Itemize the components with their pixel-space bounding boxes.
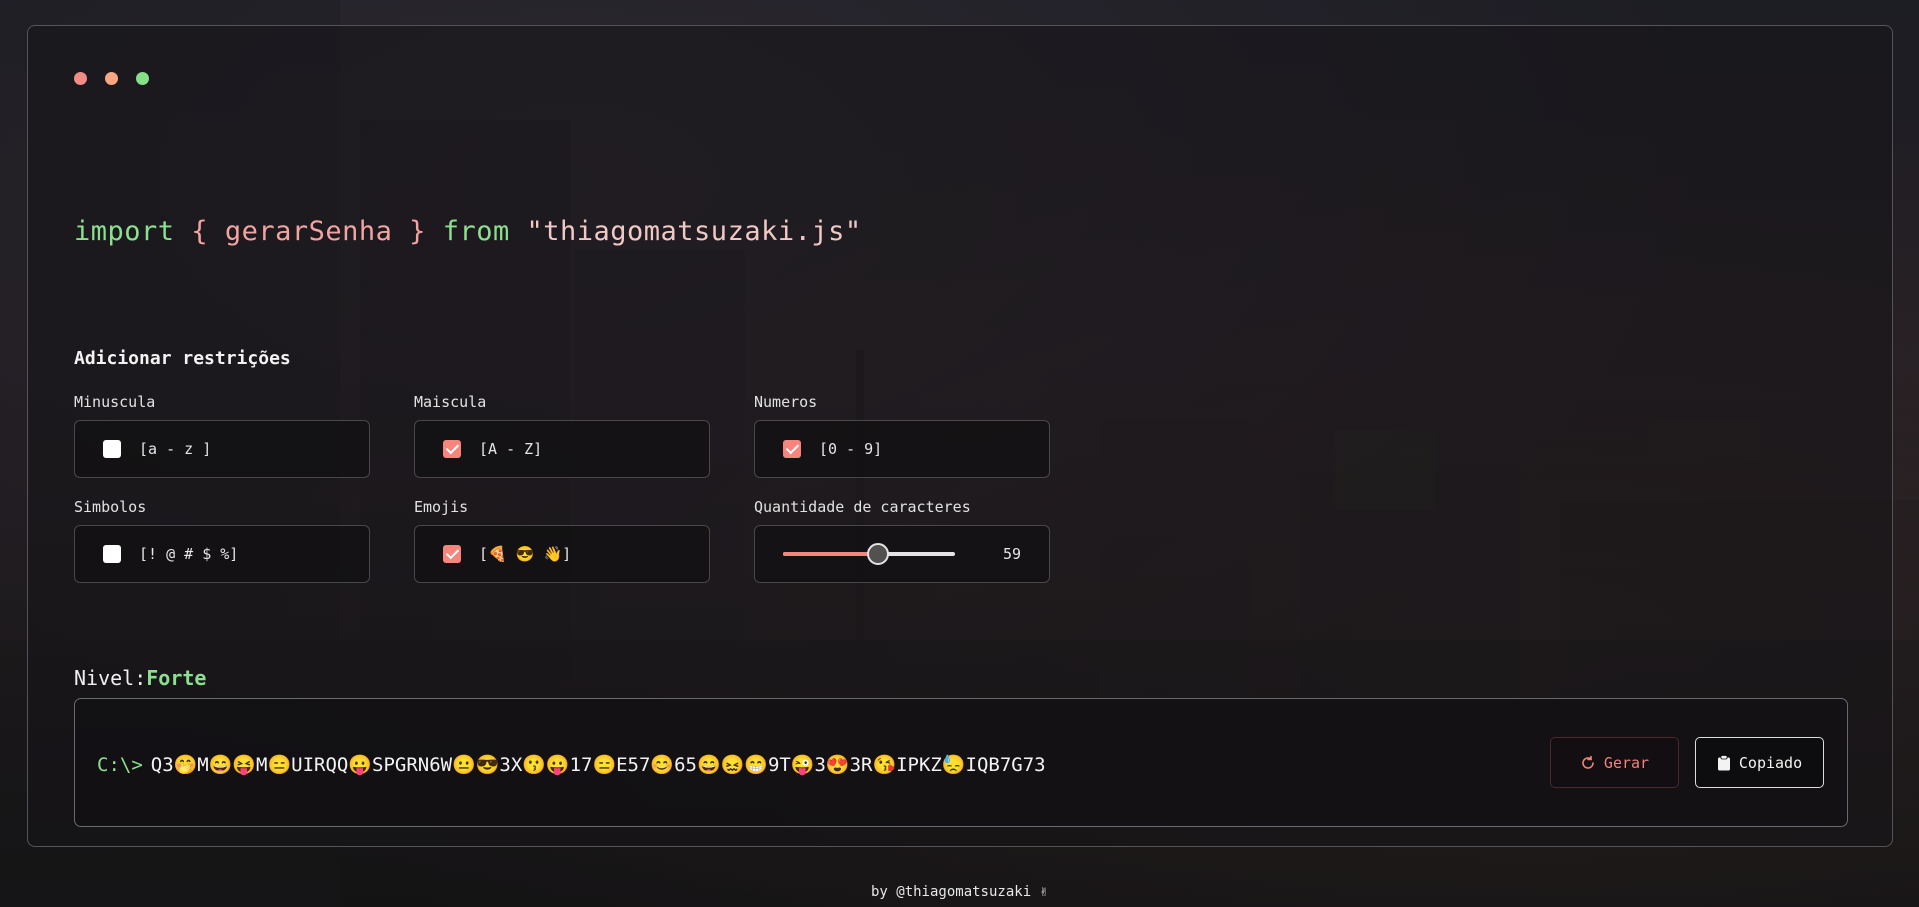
- lowercase-field: Minuscula [a - z ]: [74, 393, 370, 478]
- generated-password[interactable]: Q3🤭M😄😝M😑UIRQQ😛SPGRN6W😐😎3X😗😛17😑E57😊65😄😖😁9…: [151, 754, 1046, 776]
- symbols-checkbox[interactable]: [103, 545, 121, 563]
- password-line: C:\> Q3🤭M😄😝M😑UIRQQ😛SPGRN6W😐😎3X😗😛17😑E57😊65…: [97, 753, 1046, 776]
- length-slider-thumb[interactable]: [866, 543, 889, 565]
- generate-label: Gerar: [1603, 753, 1650, 772]
- refresh-icon: [1582, 755, 1594, 769]
- module-name: "thiagomatsuzaki.js": [526, 216, 862, 247]
- clipboard-icon: [1717, 754, 1730, 770]
- length-field: Quantidade de caracteres 59: [754, 498, 1050, 583]
- numbers-label: Numeros: [754, 393, 818, 411]
- symbols-range: [! @ # $ %]: [139, 545, 239, 563]
- numbers-option[interactable]: [0 - 9]: [754, 420, 1050, 478]
- symbols-label: Simbolos: [74, 498, 147, 516]
- emojis-checkbox[interactable]: [443, 545, 461, 563]
- level-value: Forte: [146, 666, 207, 690]
- minimize-dot-icon[interactable]: [105, 72, 118, 85]
- numbers-range: [0 - 9]: [819, 440, 883, 458]
- symbols-field: Simbolos [! @ # $ %]: [74, 498, 370, 583]
- maximize-dot-icon[interactable]: [136, 72, 149, 85]
- copy-button[interactable]: Copiado: [1695, 737, 1824, 788]
- length-slider[interactable]: [783, 543, 955, 565]
- brace-close: }: [409, 216, 426, 247]
- restrictions-title: Adicionar restrições: [74, 348, 291, 369]
- from-keyword: from: [442, 216, 510, 247]
- emojis-field: Emojis [🍕 😎 👋]: [414, 498, 710, 583]
- numbers-field: Numeros [0 - 9]: [754, 393, 1050, 478]
- password-output: C:\> Q3🤭M😄😝M😑UIRQQ😛SPGRN6W😐😎3X😗😛17😑E57😊65…: [74, 698, 1848, 827]
- length-value: 59: [1002, 545, 1021, 563]
- length-slider-fill: [783, 552, 878, 556]
- numbers-checkbox[interactable]: [783, 440, 801, 458]
- uppercase-field: Maiscula [A - Z]: [414, 393, 710, 478]
- window-controls: [74, 72, 149, 85]
- lowercase-range: [a - z ]: [139, 440, 212, 458]
- emojis-range: [🍕 😎 👋]: [479, 545, 572, 563]
- length-label: Quantidade de caracteres: [754, 498, 971, 516]
- uppercase-option[interactable]: [A - Z]: [414, 420, 710, 478]
- page-title: import { gerarSenha } from "thiagomatsuz…: [74, 216, 862, 247]
- footer-credit: by @thiagomatsuzaki ✌: [870, 884, 1048, 900]
- uppercase-range: [A - Z]: [479, 440, 543, 458]
- close-dot-icon[interactable]: [74, 72, 87, 85]
- lowercase-checkbox[interactable]: [103, 440, 121, 458]
- app-window: import { gerarSenha } from "thiagomatsuz…: [27, 25, 1893, 847]
- level-label: Nivel:: [74, 666, 147, 690]
- copy-label: Copiado: [1738, 753, 1803, 772]
- strength-level: Nivel:Forte: [74, 666, 206, 690]
- length-control: 59: [754, 525, 1050, 583]
- emojis-label: Emojis: [414, 498, 469, 516]
- generate-button[interactable]: Gerar: [1550, 737, 1679, 788]
- terminal-prompt: C:\>: [97, 754, 143, 776]
- function-name: gerarSenha: [224, 216, 393, 247]
- brace-open: {: [191, 216, 209, 247]
- symbols-option[interactable]: [! @ # $ %]: [74, 525, 370, 583]
- import-keyword: import: [74, 216, 175, 247]
- lowercase-option[interactable]: [a - z ]: [74, 420, 370, 478]
- uppercase-label: Maiscula: [414, 393, 487, 411]
- emojis-option[interactable]: [🍕 😎 👋]: [414, 525, 710, 583]
- uppercase-checkbox[interactable]: [443, 440, 461, 458]
- lowercase-label: Minuscula: [74, 393, 156, 411]
